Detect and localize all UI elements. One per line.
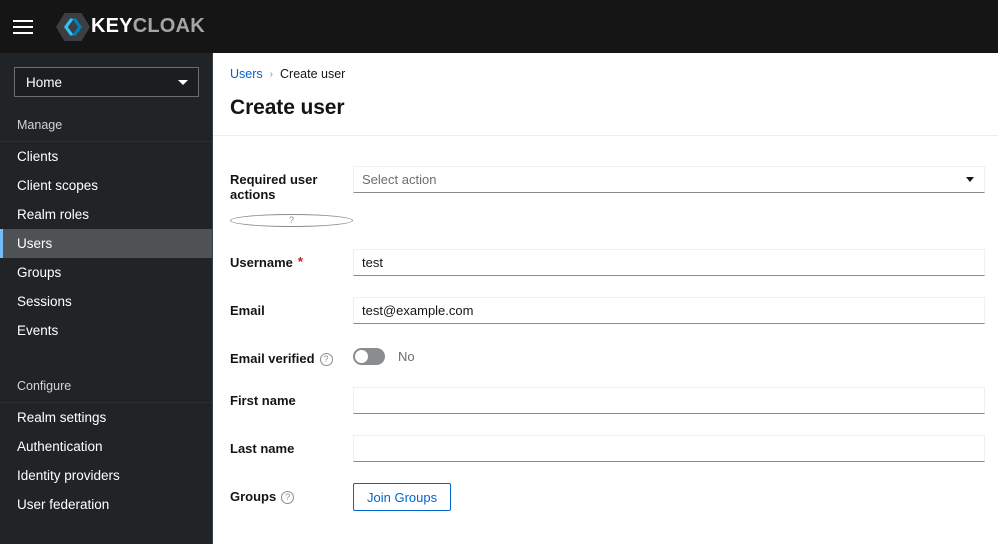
form-row-groups: Groups ? Join Groups — [230, 483, 998, 511]
form-row-username: Username * — [230, 249, 998, 276]
realm-selector-value: Home — [26, 74, 63, 90]
sidebar-item-label: Users — [17, 236, 53, 251]
sidebar-item-clients[interactable]: Clients — [0, 142, 212, 171]
sidebar-item-sessions[interactable]: Sessions — [0, 287, 212, 316]
breadcrumb-link-users[interactable]: Users — [230, 67, 263, 81]
brand-logo[interactable]: KEYCLOAK — [56, 12, 205, 42]
sidebar-item-label: Groups — [17, 265, 62, 280]
sidebar-item-identity-providers[interactable]: Identity providers — [0, 461, 212, 490]
create-user-form: Required user actions ? Select action Us… — [213, 136, 998, 544]
hamburger-icon[interactable] — [0, 0, 46, 53]
control-email — [353, 297, 985, 324]
brand-text: KEYCLOAK — [91, 15, 205, 38]
first-name-input[interactable] — [353, 387, 985, 414]
label-text: First name — [230, 393, 296, 408]
label-first-name: First name — [230, 387, 353, 408]
email-verified-toggle[interactable] — [353, 348, 385, 365]
label-groups: Groups ? — [230, 483, 353, 504]
sidebar-item-label: Clients — [17, 149, 59, 164]
control-email-verified: No — [353, 345, 985, 365]
page-title: Create user — [230, 96, 345, 119]
sidebar-item-label: Realm settings — [17, 410, 107, 425]
form-row-last-name: Last name — [230, 435, 998, 462]
label-text: Required user actions — [230, 172, 318, 202]
sidebar-item-users[interactable]: Users — [0, 229, 212, 258]
sidebar-item-events[interactable]: Events — [0, 316, 212, 345]
hamburger-bar — [13, 19, 33, 22]
label-required-user-actions: Required user actions ? — [230, 166, 353, 227]
email-verified-state-label: No — [398, 349, 415, 364]
control-last-name — [353, 435, 985, 462]
realm-selector[interactable]: Home — [14, 67, 199, 97]
help-circle-icon[interactable]: ? — [281, 491, 295, 504]
label-username: Username * — [230, 249, 353, 270]
sidebar-item-label: Authentication — [17, 439, 103, 454]
main-content: Users › Create user Create user Required… — [213, 53, 998, 544]
username-input[interactable] — [353, 249, 985, 276]
label-text: Email — [230, 303, 265, 318]
realm-selector-wrapper: Home — [0, 53, 212, 110]
label-email-verified: Email verified ? — [230, 345, 353, 366]
hamburger-bar — [13, 31, 33, 34]
control-first-name — [353, 387, 985, 414]
toggle-knob — [355, 350, 368, 363]
brand-text-cloak: CLOAK — [132, 15, 205, 37]
sidebar-item-realm-roles[interactable]: Realm roles — [0, 200, 212, 229]
email-input[interactable] — [353, 297, 985, 324]
control-required-user-actions: Select action — [353, 166, 985, 193]
chevron-down-icon — [966, 177, 974, 182]
sidebar-item-label: Events — [17, 323, 59, 338]
select-placeholder: Select action — [362, 172, 437, 187]
label-text: Last name — [230, 441, 295, 456]
control-groups: Join Groups — [353, 483, 985, 511]
help-circle-icon[interactable]: ? — [319, 353, 333, 366]
sidebar-item-user-federation[interactable]: User federation — [0, 490, 212, 519]
form-row-email: Email — [230, 297, 998, 324]
nav-section-title-configure: Configure — [0, 367, 212, 403]
brand-text-key: KEY — [91, 15, 133, 37]
sidebar: Home Manage Clients Client scopes Realm … — [0, 53, 213, 544]
sidebar-item-label: Realm roles — [17, 207, 90, 222]
label-last-name: Last name — [230, 435, 353, 456]
help-circle-icon[interactable]: ? — [230, 214, 353, 227]
control-username — [353, 249, 985, 276]
label-text: Username — [230, 255, 293, 270]
required-marker: * — [297, 254, 303, 269]
form-row-first-name: First name — [230, 387, 998, 414]
masthead: KEYCLOAK — [0, 0, 998, 53]
label-text: Groups — [230, 489, 277, 504]
form-actions: Create Cancel — [230, 533, 998, 544]
nav-section-title-manage: Manage — [0, 110, 212, 142]
form-row-required-user-actions: Required user actions ? Select action — [230, 166, 998, 227]
breadcrumb-current: Create user — [280, 67, 346, 81]
page-header: Users › Create user Create user — [213, 53, 998, 136]
required-user-actions-select[interactable]: Select action — [353, 166, 985, 193]
sidebar-item-client-scopes[interactable]: Client scopes — [0, 171, 212, 200]
label-text: Email verified — [230, 351, 315, 366]
breadcrumb: Users › Create user — [230, 67, 998, 81]
last-name-input[interactable] — [353, 435, 985, 462]
hamburger-bar — [13, 25, 33, 28]
sidebar-item-realm-settings[interactable]: Realm settings — [0, 403, 212, 432]
sidebar-item-authentication[interactable]: Authentication — [0, 432, 212, 461]
form-row-email-verified: Email verified ? No — [230, 345, 998, 366]
keycloak-admin-console: KEYCLOAK Home Manage Clients Client scop… — [0, 0, 998, 544]
email-verified-toggle-row: No — [353, 345, 985, 365]
chevron-down-icon — [178, 79, 188, 85]
sidebar-item-label: Identity providers — [17, 468, 120, 483]
sidebar-item-label: Sessions — [17, 294, 72, 309]
label-email: Email — [230, 297, 353, 318]
sidebar-item-label: Client scopes — [17, 178, 99, 193]
breadcrumb-separator-icon: › — [269, 68, 273, 80]
sidebar-item-groups[interactable]: Groups — [0, 258, 212, 287]
keycloak-hexagon-logo-icon — [56, 12, 90, 41]
sidebar-item-label: User federation — [17, 497, 110, 512]
join-groups-button[interactable]: Join Groups — [353, 483, 452, 511]
